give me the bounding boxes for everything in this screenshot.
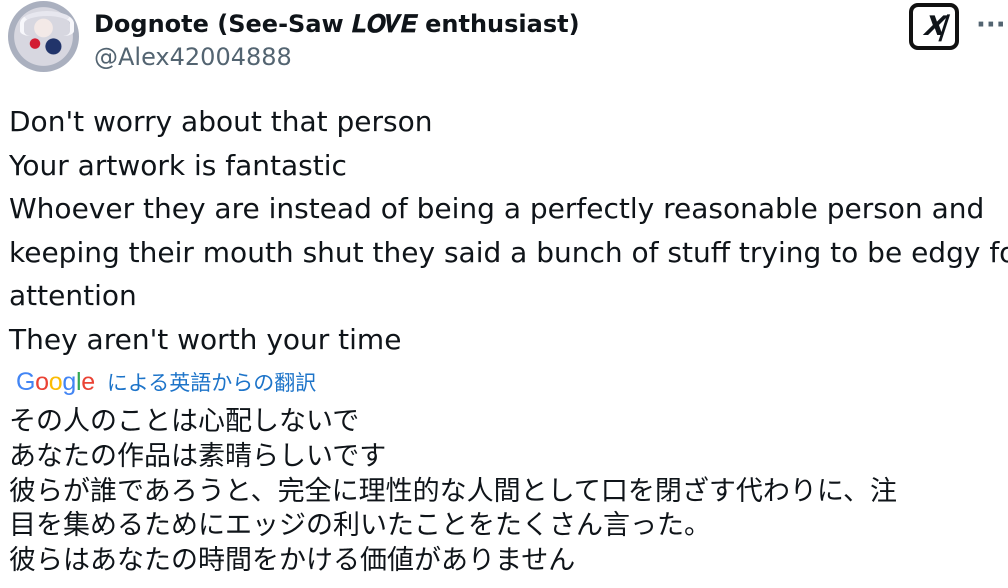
grok-button[interactable]: X| (909, 3, 959, 50)
tweet-text: Don't worry about that person Your artwo… (9, 100, 1008, 361)
author-name[interactable]: Dognote (See-Saw 𝑳𝑶𝑽𝑬 enthusiast) (94, 9, 580, 39)
tweet-line: keeping their mouth shut they said a bun… (9, 235, 1008, 269)
more-options-button[interactable]: ··· (976, 8, 1006, 42)
translated-line: その人のことは心配しないで (9, 406, 360, 437)
google-logo-letter: g (62, 367, 76, 396)
author-handle[interactable]: @Alex42004888 (94, 43, 292, 71)
translation-label[interactable]: による英語からの翻訳 (107, 367, 316, 397)
google-logo-letter: o (35, 367, 49, 396)
grok-icon: X| (919, 11, 949, 42)
google-logo-letter: e (81, 367, 95, 396)
tweet-line: Your artwork is fantastic (9, 148, 347, 182)
translated-line: 目を集めるためにエッジの利いたことをたくさん言った。 (9, 510, 711, 542)
tweet-line: Whoever they are instead of being a perf… (9, 192, 985, 225)
tweet-line: Don't worry about that person (9, 105, 433, 138)
google-logo-letter: G (16, 367, 36, 396)
translation-attribution[interactable]: Google による英語からの翻訳 (16, 366, 316, 398)
google-logo: Google (16, 368, 95, 397)
translated-line: 彼らが誰であろうと、完全に理性的な人間として口を閉ざす代わりに、注 (9, 475, 898, 507)
translated-line: 彼らはあなたの時間をかける価値がありません (9, 545, 576, 577)
avatar[interactable] (8, 1, 79, 72)
google-logo-letter: o (48, 367, 63, 396)
translated-text: その人のことは心配しないで あなたの作品は素晴らしいです 彼らが誰であろうと、完… (9, 405, 1004, 579)
translated-line: あなたの作品は素晴らしいです (9, 440, 387, 472)
tweet-line: They aren't worth your time (9, 322, 402, 356)
more-icon: ··· (976, 10, 1006, 40)
tweet-line: attention (9, 279, 137, 312)
